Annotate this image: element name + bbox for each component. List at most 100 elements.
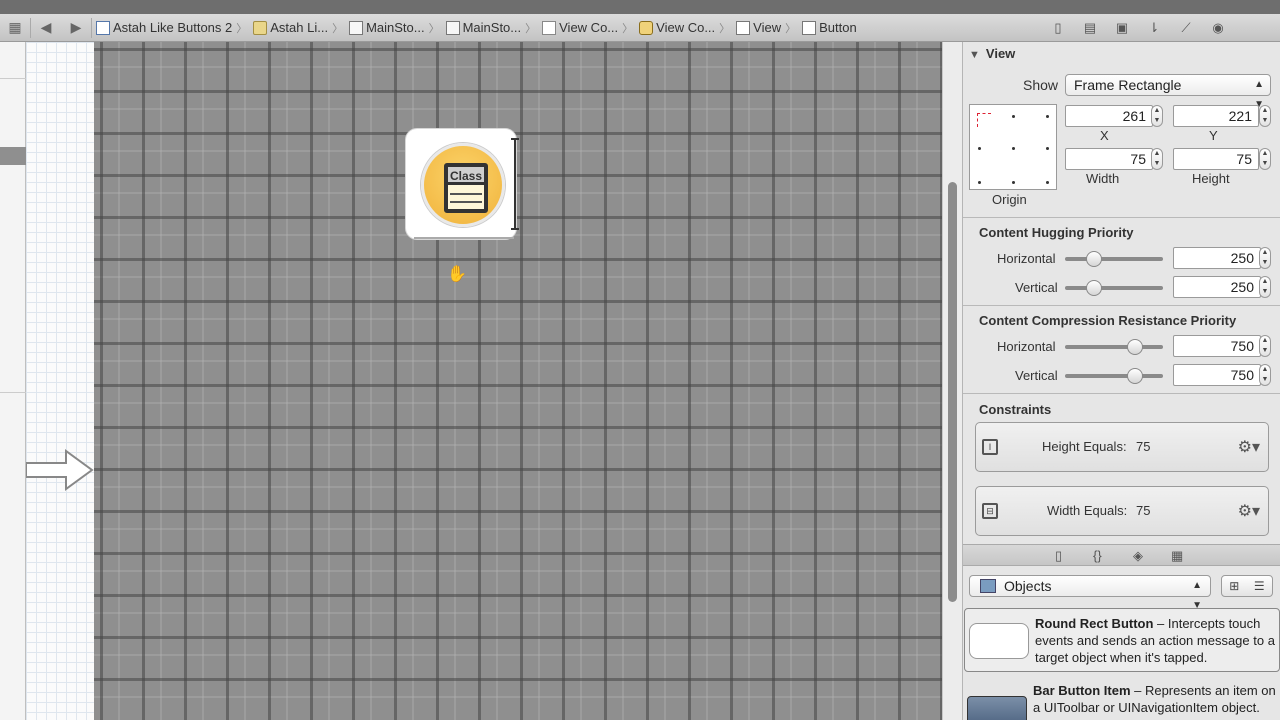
class-button[interactable]: Class bbox=[405, 128, 517, 240]
code-snippet-library-icon[interactable]: {} bbox=[1093, 548, 1102, 563]
gear-icon[interactable]: ⚙▾ bbox=[1238, 437, 1260, 457]
x-label: X bbox=[1100, 128, 1109, 143]
origin-point[interactable] bbox=[1046, 115, 1049, 118]
file-template-library-icon[interactable]: ▯ bbox=[1055, 548, 1062, 564]
breadcrumb-storyboard-file[interactable]: MainSto... 〉 bbox=[345, 14, 442, 42]
breadcrumb-storyboard[interactable]: MainSto... 〉 bbox=[442, 14, 539, 42]
x-stepper[interactable]: ▲ ▼ bbox=[1151, 105, 1163, 127]
show-popup[interactable]: Frame Rectangle ▲ ▼ bbox=[1065, 74, 1271, 110]
back-arrow-icon[interactable]: ◀ bbox=[31, 14, 61, 42]
origin-point[interactable] bbox=[978, 181, 981, 184]
y-field[interactable]: 221 bbox=[1173, 105, 1259, 127]
outline-divider bbox=[0, 78, 26, 79]
library-filter-popup[interactable]: Objects ▲ ▼ bbox=[969, 575, 1211, 611]
origin-point[interactable] bbox=[1046, 147, 1049, 150]
hugging-horizontal-stepper[interactable]: ▲ ▼ bbox=[1259, 247, 1271, 269]
origin-marker-icon bbox=[977, 113, 991, 127]
height-stepper[interactable]: ▲ ▼ bbox=[1259, 148, 1271, 170]
library-item-bar-button-item[interactable]: Bar Button Item – Represents an item on … bbox=[963, 676, 1280, 720]
breadcrumb-view[interactable]: View 〉 bbox=[732, 14, 798, 42]
canvas-vertical-scrollbar[interactable] bbox=[942, 42, 962, 720]
slider-knob[interactable] bbox=[1085, 251, 1102, 267]
view-icon bbox=[736, 20, 751, 35]
compression-vertical-stepper[interactable]: ▲ ▼ bbox=[1259, 364, 1271, 386]
hugging-horizontal-slider[interactable] bbox=[1065, 251, 1163, 267]
compression-horizontal-slider[interactable] bbox=[1065, 339, 1163, 355]
breadcrumb-scene[interactable]: View Co... 〉 bbox=[538, 14, 635, 42]
library-item-text: Bar Button Item – Represents an item on … bbox=[1033, 682, 1279, 716]
storyboard-canvas[interactable] bbox=[26, 42, 94, 720]
height-constraint-row[interactable]: I Height Equals: 75 ⚙▾ bbox=[975, 422, 1269, 472]
view-section-title: View bbox=[985, 46, 1016, 61]
chevron-right-icon: 〉 bbox=[785, 22, 797, 35]
width-field[interactable]: 75 bbox=[1065, 148, 1153, 170]
x-field[interactable]: 261 bbox=[1065, 105, 1153, 127]
scene-view[interactable] bbox=[94, 42, 942, 720]
breadcrumb-label: Astah Like Buttons 2 bbox=[113, 20, 233, 35]
breadcrumb-label: MainSto... bbox=[366, 20, 425, 35]
outline-selected-row[interactable] bbox=[0, 147, 26, 165]
compression-horizontal-stepper[interactable]: ▲ ▼ bbox=[1259, 335, 1271, 357]
breadcrumb-project[interactable]: Astah Like Buttons 2 〉 bbox=[92, 14, 249, 42]
hugging-vertical-slider[interactable] bbox=[1065, 280, 1163, 296]
y-label: Y bbox=[1209, 128, 1218, 143]
height-constraint-icon: I bbox=[982, 439, 998, 455]
breadcrumb-group[interactable]: Astah Li... 〉 bbox=[249, 14, 345, 42]
media-library-icon[interactable]: ▦ bbox=[1171, 548, 1183, 564]
file-inspector-icon[interactable]: ▯ bbox=[1050, 20, 1066, 35]
hugging-horizontal-field[interactable]: 250 bbox=[1173, 247, 1261, 269]
quick-help-icon[interactable]: ▤ bbox=[1082, 20, 1098, 35]
size-inspector-icon[interactable]: ⟋ bbox=[1178, 20, 1194, 35]
breadcrumb-label: MainSto... bbox=[462, 20, 522, 35]
height-constraint-indicator[interactable] bbox=[511, 138, 519, 230]
breadcrumb-button[interactable]: Button bbox=[798, 14, 859, 42]
width-constraint-row[interactable]: ⊟ Width Equals: 75 ⚙▾ bbox=[975, 486, 1269, 536]
gear-icon[interactable]: ⚙▾ bbox=[1238, 501, 1260, 521]
origin-selector[interactable] bbox=[969, 104, 1057, 190]
width-constraint-indicator[interactable] bbox=[414, 237, 514, 239]
forward-arrow-icon[interactable]: ▶ bbox=[61, 14, 91, 42]
outline-divider bbox=[0, 392, 26, 393]
connections-inspector-icon[interactable]: ◉ bbox=[1210, 20, 1226, 35]
compression-horizontal-field[interactable]: 750 bbox=[1173, 335, 1261, 357]
breadcrumb-view-controller[interactable]: View Co... 〉 bbox=[635, 14, 732, 42]
scrollbar-thumb[interactable] bbox=[948, 182, 957, 602]
content-hugging-title: Content Hugging Priority bbox=[979, 225, 1134, 240]
document-outline[interactable] bbox=[0, 42, 26, 720]
y-stepper[interactable]: ▲ ▼ bbox=[1259, 105, 1271, 127]
breadcrumb-label: Astah Li... bbox=[270, 20, 329, 35]
compression-vertical-field[interactable]: 750 bbox=[1173, 364, 1261, 386]
attributes-inspector-icon[interactable]: ⇂ bbox=[1146, 20, 1162, 35]
slider-knob[interactable] bbox=[1085, 280, 1102, 296]
view-section-header[interactable]: ▼ View bbox=[969, 46, 1015, 61]
object-library-icon[interactable]: ◈ bbox=[1133, 548, 1143, 564]
origin-point[interactable] bbox=[1012, 181, 1015, 184]
origin-point[interactable] bbox=[978, 147, 981, 150]
show-popup-value: Frame Rectangle bbox=[1074, 77, 1182, 93]
height-field[interactable]: 75 bbox=[1173, 148, 1259, 170]
section-divider bbox=[963, 217, 1280, 218]
related-files-icon[interactable]: ▦ bbox=[0, 14, 30, 42]
storyboard-icon bbox=[349, 20, 364, 35]
library-item-text: Round Rect Button – Intercepts touch eve… bbox=[1035, 615, 1280, 666]
breadcrumb-label: View Co... bbox=[656, 20, 716, 35]
disclosure-triangle-icon[interactable]: ▼ bbox=[969, 49, 980, 61]
grid-view-icon[interactable]: ⊞ bbox=[1229, 576, 1239, 596]
list-view-icon[interactable]: ☰ bbox=[1254, 576, 1265, 596]
slider-knob[interactable] bbox=[1126, 368, 1143, 384]
constraints-title: Constraints bbox=[979, 402, 1052, 417]
library-view-toggle[interactable]: ⊞ ☰ bbox=[1221, 575, 1273, 597]
library-item-round-rect-button[interactable]: Round Rect Button – Intercepts touch eve… bbox=[964, 608, 1280, 672]
width-stepper[interactable]: ▲ ▼ bbox=[1151, 148, 1163, 170]
chevron-right-icon: 〉 bbox=[719, 22, 731, 35]
origin-point[interactable] bbox=[1012, 147, 1015, 150]
hugging-vertical-field[interactable]: 250 bbox=[1173, 276, 1261, 298]
button-icon bbox=[802, 20, 817, 35]
compression-vertical-slider[interactable] bbox=[1065, 368, 1163, 384]
slider-knob[interactable] bbox=[1126, 339, 1143, 355]
origin-point[interactable] bbox=[1046, 181, 1049, 184]
origin-point[interactable] bbox=[1012, 115, 1015, 118]
hugging-vertical-stepper[interactable]: ▲ ▼ bbox=[1259, 276, 1271, 298]
identity-inspector-icon[interactable]: ▣ bbox=[1114, 20, 1130, 35]
class-attribute-line bbox=[450, 193, 482, 195]
